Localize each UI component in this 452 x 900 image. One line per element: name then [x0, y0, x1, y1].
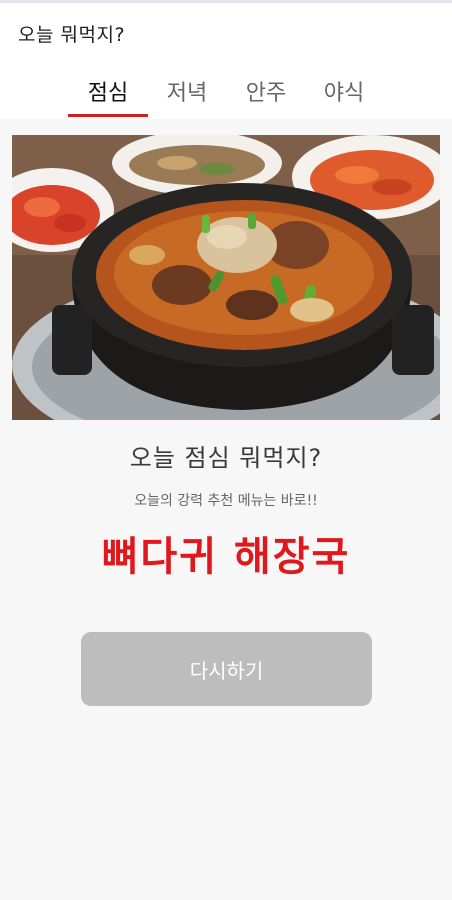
recommendation-subtitle: 오늘의 강력 추천 메뉴는 바로!! — [134, 493, 318, 509]
page-headline: 오늘 점심 뭐먹지? — [129, 443, 323, 472]
food-photo-illustration — [12, 135, 440, 420]
tab-dinner[interactable]: 저녁 — [147, 63, 227, 119]
food-photo — [12, 135, 440, 420]
app-bar: 오늘 뭐먹지? — [0, 3, 452, 63]
category-tabs: 점심 저녁 안주 야식 — [0, 63, 452, 119]
tab-lunch[interactable]: 점심 — [68, 63, 148, 119]
app-title: 오늘 뭐먹지? — [18, 23, 126, 46]
tab-late-night[interactable]: 야식 — [304, 63, 384, 119]
retry-button[interactable]: 다시하기 — [81, 632, 372, 706]
recommended-menu: 뼈다귀 해장국 — [101, 534, 351, 580]
tab-snacks-with-drinks[interactable]: 안주 — [226, 63, 306, 119]
